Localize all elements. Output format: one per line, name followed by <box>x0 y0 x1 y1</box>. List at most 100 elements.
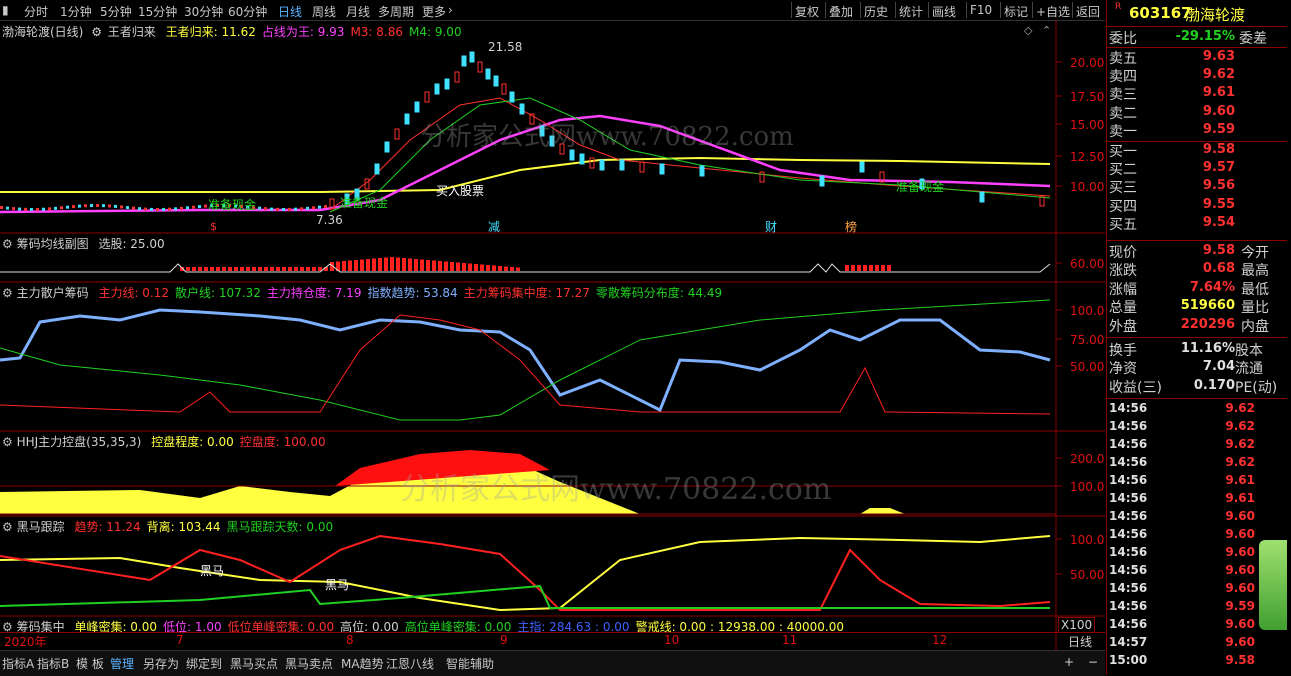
tick-time-3: 14:56 <box>1109 455 1148 469</box>
mp-params-param-2: M3: 8.86 <box>350 25 404 39</box>
bottom-tab-8[interactable]: MA趋势 <box>341 655 384 672</box>
quote2-label2-1: 流通 <box>1235 361 1263 378</box>
p2-bar-234 <box>234 267 238 271</box>
period-0[interactable]: 分时 <box>24 3 48 20</box>
panel2-name[interactable]: 筹码均线副图 <box>17 237 89 251</box>
tool-0[interactable]: 复权 <box>795 3 819 20</box>
bottom-tab-4[interactable]: 另存为 <box>143 655 179 672</box>
tool-5[interactable]: F10 <box>970 3 992 17</box>
p2-bar-198 <box>198 267 202 271</box>
candle-17 <box>493 75 499 87</box>
tool-7[interactable]: +自选 <box>1036 3 1070 20</box>
small-candle-168 <box>168 207 171 211</box>
p2-bar-216 <box>216 267 220 271</box>
small-candle-12 <box>12 207 15 211</box>
candle-13 <box>461 55 467 67</box>
panel3-name[interactable]: 主力散户筹码 <box>17 286 89 300</box>
p2-bar-366 <box>366 259 370 271</box>
small-candle-48 <box>48 207 51 211</box>
stock-name: 渤海轮渡 <box>1185 6 1246 24</box>
diamond-icon[interactable]: ◇ <box>1024 24 1032 37</box>
small-candle-72 <box>72 205 75 209</box>
tool-8[interactable]: 返回 <box>1076 3 1100 20</box>
panel5-gear-icon[interactable]: ⚙ <box>2 520 13 534</box>
bottom-tab-10[interactable]: 智能辅助 <box>446 655 494 672</box>
collapse-icon[interactable]: ⌃ <box>1042 24 1051 37</box>
chart-area[interactable]: 渤海轮渡(日线) ⚙ 王者归来 王者归来: 11.62 占线为王: 9.93 M3:… <box>0 20 1105 650</box>
more-chevron-icon[interactable]: › <box>448 3 453 17</box>
period-2[interactable]: 5分钟 <box>100 3 132 20</box>
candle-9 <box>424 91 430 103</box>
period-3[interactable]: 15分钟 <box>138 3 177 20</box>
p2-bar-881 <box>881 265 885 271</box>
y-tick-4-0: 100.0 <box>1070 533 1105 547</box>
candle-35 <box>859 161 865 173</box>
p2-bar-498 <box>498 266 502 271</box>
period-7[interactable]: 周线 <box>312 3 336 20</box>
p2-bar-450 <box>450 262 454 271</box>
tick-price-9: 9.60 <box>1225 563 1255 577</box>
tick-price-2: 9.62 <box>1225 437 1255 451</box>
main-yellow-line <box>0 156 1051 193</box>
p2-bar-282 <box>282 267 286 271</box>
period-label: 日线 <box>1068 635 1093 649</box>
bottom-tab-7[interactable]: 黑马卖点 <box>285 655 333 672</box>
orderbook-price-9: 9.54 <box>1202 214 1235 230</box>
weibi-value: -29.15% <box>1175 29 1235 44</box>
p2-bar-348 <box>348 260 352 271</box>
event-mark-cai[interactable]: 财 <box>765 218 777 235</box>
y-tick-2-1: 75.00 <box>1070 333 1105 347</box>
tool-3[interactable]: 统计 <box>899 3 923 20</box>
quote-label2-2: 最低 <box>1241 281 1269 298</box>
panel5-name[interactable]: 黑马跟踪 <box>17 520 65 534</box>
panel3-gear-icon[interactable]: ⚙ <box>2 286 13 300</box>
event-mark-jian[interactable]: 减 <box>488 218 500 235</box>
menu-icon[interactable]: ▮ <box>2 3 9 17</box>
tick-time-9: 14:56 <box>1109 563 1148 577</box>
bottom-tab-2[interactable]: 模 板 <box>76 655 104 672</box>
p2-bar-414 <box>414 259 418 271</box>
small-candle-42 <box>42 207 45 211</box>
bottom-tab-0[interactable]: 指标A <box>2 655 34 672</box>
bottom-tab-1[interactable]: 指标B <box>37 655 69 672</box>
orderbook-label-4: 卖一 <box>1109 123 1137 140</box>
tool-6[interactable]: 标记 <box>1004 3 1028 20</box>
p2-bar-510 <box>510 267 514 271</box>
orderbook-label-6: 买二 <box>1109 162 1137 179</box>
candle-20 <box>519 103 525 115</box>
zoom-in-button[interactable]: + <box>1064 655 1074 669</box>
panel4-gear-icon[interactable]: ⚙ <box>2 435 13 449</box>
tool-1[interactable]: 叠加 <box>829 3 853 20</box>
candle-28 <box>599 159 605 171</box>
tool-2[interactable]: 历史 <box>864 3 888 20</box>
bottom-tab-9[interactable]: 江恩八线 <box>386 655 434 672</box>
settings-gear-icon[interactable]: ⚙ <box>91 25 102 39</box>
period-4[interactable]: 30分钟 <box>184 3 223 20</box>
bottom-tab-5[interactable]: 绑定到 <box>186 655 222 672</box>
indicator-name[interactable]: 王者归来 <box>108 25 156 39</box>
period-10[interactable]: 更多 <box>422 3 446 20</box>
small-candle-324 <box>324 205 327 209</box>
tool-4[interactable]: 画线 <box>932 3 956 20</box>
zoom-out-button[interactable]: − <box>1088 655 1098 669</box>
panel2-gear-icon[interactable]: ⚙ <box>2 237 13 251</box>
event-mark-bang[interactable]: 榜 <box>845 218 857 235</box>
period-6[interactable]: 日线 <box>278 3 302 20</box>
bottom-tab-3[interactable]: 管理 <box>110 655 134 672</box>
small-candle-18 <box>18 207 21 211</box>
p2-bar-492 <box>492 265 496 271</box>
period-8[interactable]: 月线 <box>346 3 370 20</box>
bottom-tab-6[interactable]: 黑马买点 <box>230 655 278 672</box>
period-1[interactable]: 1分钟 <box>60 3 92 20</box>
chart-canvas[interactable] <box>0 20 1105 650</box>
panel4-name[interactable]: HHJ主力控盘(35,35,3) <box>17 435 142 449</box>
period-9[interactable]: 多周期 <box>378 3 414 20</box>
small-candle-174 <box>174 207 177 211</box>
event-mark-dollar[interactable]: $ <box>210 220 217 233</box>
tick-time-7: 14:56 <box>1109 527 1148 541</box>
small-candle-150 <box>150 207 153 211</box>
side-tab-button[interactable] <box>1259 540 1287 630</box>
indicator-tab-bar: 指标A 指标B 模 板管理 另存为 绑定到 黑马买点 黑马卖点 MA趋势 江恩八线 智能辅助 + … <box>0 650 1105 676</box>
date-label-4: 10 <box>664 633 680 647</box>
period-5[interactable]: 60分钟 <box>228 3 267 20</box>
